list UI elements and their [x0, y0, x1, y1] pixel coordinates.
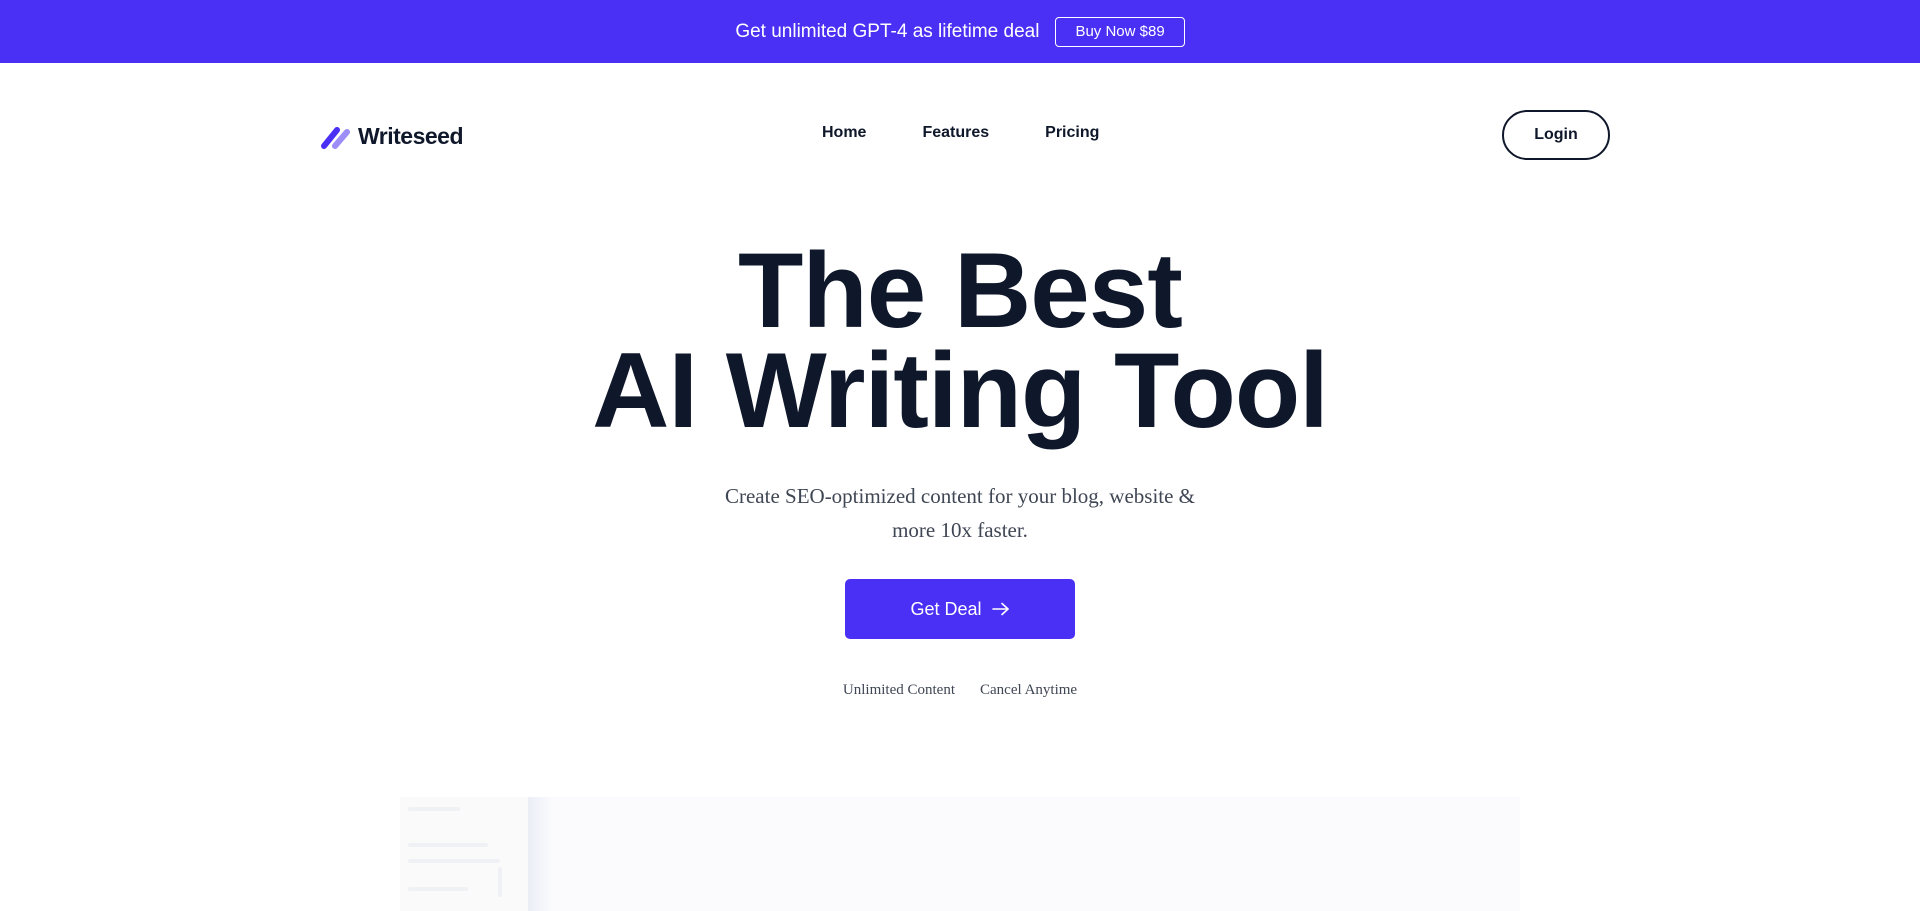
feature-cancel-anytime: Cancel Anytime	[980, 682, 1078, 698]
nav-item-home[interactable]: Home	[822, 124, 866, 142]
nav-item-pricing[interactable]: Pricing	[1045, 124, 1099, 142]
get-deal-button[interactable]: Get Deal	[845, 579, 1075, 639]
hero-subtitle: Create SEO-optimized content for your bl…	[724, 484, 1196, 542]
login-button[interactable]: Login	[1502, 110, 1610, 160]
double-slash-logo-icon	[321, 126, 350, 149]
preview-line	[408, 807, 460, 811]
site-header: Writeseed Home Features Pricing Login	[0, 63, 1920, 206]
get-deal-label: Get Deal	[910, 598, 982, 619]
feature-unlimited-content: Unlimited Content	[842, 682, 955, 698]
preview-line	[408, 887, 468, 891]
preview-divider	[528, 797, 552, 911]
preview-line	[408, 859, 500, 863]
preview-line	[498, 867, 502, 897]
preview-sidebar	[400, 797, 528, 911]
brand-name: Writeseed	[358, 123, 464, 149]
arrow-right-icon	[991, 602, 1009, 616]
logo-link[interactable]: Writeseed	[320, 123, 464, 150]
buy-now-button[interactable]: Buy Now $89	[1055, 16, 1185, 47]
promo-text: Get unlimited GPT-4 as lifetime deal	[735, 20, 1040, 42]
hero-title: The Best AI Writing Tool	[0, 230, 1920, 450]
hero-features: Unlimited Content Cancel Anytime	[0, 682, 1920, 699]
landing-page: Get unlimited GPT-4 as lifetime deal Buy…	[0, 0, 1920, 911]
nav-item-features[interactable]: Features	[922, 124, 989, 142]
main-nav: Home Features Pricing	[822, 124, 1099, 142]
product-preview-image	[400, 797, 1520, 911]
preview-line	[408, 843, 488, 847]
promo-bar: Get unlimited GPT-4 as lifetime deal Buy…	[0, 0, 1920, 63]
hero-title-line-2: AI Writing Tool	[592, 330, 1329, 450]
hero-title-line-1: The Best	[738, 230, 1183, 350]
